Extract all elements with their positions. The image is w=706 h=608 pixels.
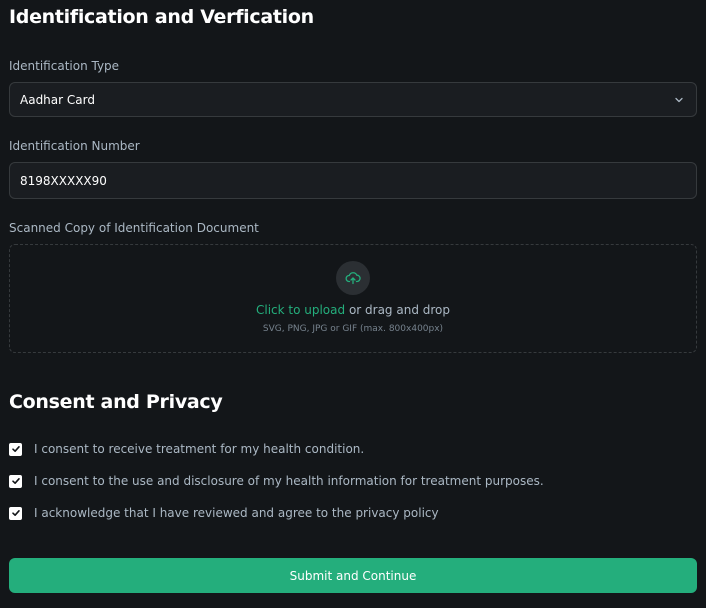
- identification-type-select[interactable]: Aadhar Card: [9, 82, 697, 117]
- upload-icon-container: [336, 261, 370, 295]
- submit-and-continue-button[interactable]: Submit and Continue: [9, 558, 697, 593]
- consent-checkbox-row[interactable]: I consent to receive treatment for my he…: [9, 442, 364, 456]
- consent-label: I consent to the use and disclosure of m…: [34, 474, 544, 488]
- click-to-upload-link[interactable]: Click to upload: [256, 303, 345, 317]
- identification-type-value: Aadhar Card: [20, 92, 95, 107]
- identification-number-input[interactable]: 8198XXXXX90: [9, 162, 697, 199]
- drag-and-drop-text: or drag and drop: [345, 303, 451, 317]
- chevron-down-icon: [675, 97, 683, 102]
- identification-type-label: Identification Type: [9, 59, 120, 73]
- checkbox-checked[interactable]: [9, 474, 22, 488]
- consent-label: I acknowledge that I have reviewed and a…: [34, 506, 439, 520]
- upload-instructions: Click to upload or drag and drop: [10, 303, 696, 317]
- consent-checkbox-row[interactable]: I acknowledge that I have reviewed and a…: [9, 506, 439, 520]
- checkmark-icon: [11, 510, 20, 516]
- consent-heading: Consent and Privacy: [9, 391, 223, 413]
- checkmark-icon: [11, 478, 20, 484]
- consent-label: I consent to receive treatment for my he…: [34, 442, 365, 456]
- identification-document-label: Scanned Copy of Identification Document: [9, 221, 259, 235]
- consent-checkbox-row[interactable]: I consent to the use and disclosure of m…: [9, 474, 544, 488]
- identification-form: Identification and Verfication Identific…: [0, 0, 706, 608]
- identification-heading: Identification and Verfication: [9, 6, 314, 28]
- checkbox-checked[interactable]: [9, 506, 22, 520]
- checkmark-icon: [11, 446, 20, 452]
- identification-number-label: Identification Number: [9, 139, 140, 153]
- identification-number-value: 8198XXXXX90: [20, 173, 107, 188]
- file-upload-dropzone[interactable]: Click to upload or drag and drop SVG, PN…: [9, 244, 697, 353]
- checkbox-checked[interactable]: [9, 442, 22, 456]
- upload-file-hint: SVG, PNG, JPG or GIF (max. 800x400px): [262, 324, 444, 334]
- upload-cloud-icon: [345, 272, 361, 285]
